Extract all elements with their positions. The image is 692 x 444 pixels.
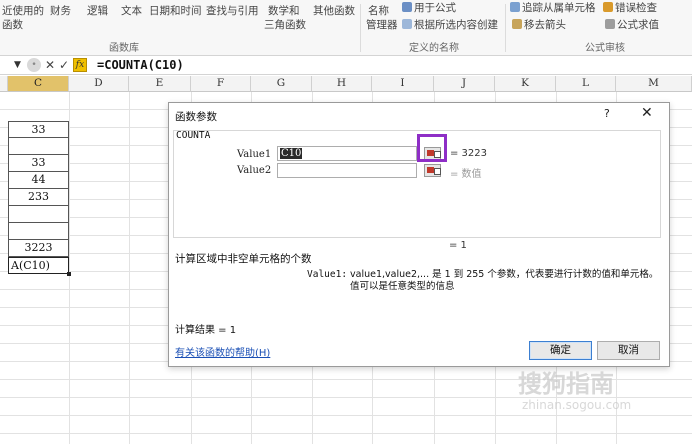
math-trig-button[interactable]: 数学和 bbox=[268, 3, 300, 18]
lookup-reference-button[interactable]: 查找与引用 bbox=[206, 3, 259, 18]
ok-button[interactable]: 确定 bbox=[529, 341, 592, 360]
cell-c7[interactable] bbox=[8, 206, 69, 223]
column-header-c[interactable]: C bbox=[8, 76, 69, 92]
column-header-g[interactable]: G bbox=[251, 76, 312, 92]
use-in-formula-button[interactable]: 用于公式 bbox=[402, 0, 456, 15]
column-header-l[interactable]: L bbox=[556, 76, 616, 92]
arg-description-label: Value1: bbox=[307, 269, 348, 280]
name-manager-button[interactable]: 名称 bbox=[368, 3, 389, 18]
cell-c6[interactable]: 233 bbox=[8, 189, 69, 206]
arrow-icon bbox=[510, 2, 520, 12]
calculation-result: 计算结果 = 1 bbox=[175, 325, 237, 336]
text-button[interactable]: 文本 bbox=[121, 3, 142, 18]
recently-used-button[interactable]: 近使用的 bbox=[2, 3, 44, 18]
group-formula-auditing: 公式审核 bbox=[585, 43, 625, 54]
chevron-down-icon[interactable]: ▼ bbox=[14, 60, 21, 70]
enter-entry-button[interactable]: ✓ bbox=[59, 58, 69, 72]
column-header-f[interactable]: F bbox=[191, 76, 251, 92]
cancel-entry-button[interactable]: ✕ bbox=[45, 58, 55, 72]
row-header-corner bbox=[0, 76, 8, 92]
manager-label[interactable]: 管理器 bbox=[366, 17, 398, 32]
cell-c5[interactable]: 44 bbox=[8, 172, 69, 189]
create-from-selection-button[interactable]: 根据所选内容创建 bbox=[402, 17, 498, 32]
logical-button[interactable]: 逻辑 bbox=[87, 3, 108, 18]
arg-label-value1: Value1 bbox=[237, 149, 272, 160]
value2-result: = 数值 bbox=[450, 169, 482, 180]
functions-dropdown[interactable]: 函数 bbox=[2, 17, 23, 32]
collapse-dialog-button[interactable] bbox=[424, 164, 441, 177]
circle-icon: • bbox=[27, 58, 41, 72]
function-result: = 1 bbox=[449, 240, 467, 251]
help-link[interactable]: 有关该函数的帮助(H) bbox=[175, 344, 270, 359]
arrow-icon bbox=[512, 19, 522, 29]
column-header-m[interactable]: M bbox=[616, 76, 692, 92]
value2-input[interactable] bbox=[277, 163, 417, 178]
group-function-library: 函数库 bbox=[109, 43, 139, 54]
cell-c9[interactable]: 3223 bbox=[8, 240, 69, 257]
formula-bar: ▼ • ✕ ✓ fx =COUNTA(C10) bbox=[0, 57, 692, 75]
highlight-box bbox=[417, 134, 447, 162]
value1-input[interactable]: C10 bbox=[277, 146, 417, 161]
watermark-url: zhinan.sogou.com bbox=[522, 398, 632, 412]
ribbon-separator bbox=[505, 4, 506, 52]
cell-c8[interactable] bbox=[8, 223, 69, 240]
function-description: 计算区域中非空单元格的个数 bbox=[175, 253, 312, 265]
column-header-k[interactable]: K bbox=[495, 76, 556, 92]
dialog-title: 函数参数 bbox=[175, 111, 217, 123]
ribbon-separator bbox=[360, 4, 361, 52]
column-header-j[interactable]: J bbox=[434, 76, 495, 92]
cell-c2[interactable]: 33 bbox=[8, 121, 69, 138]
cancel-button[interactable]: 取消 bbox=[597, 341, 660, 360]
formula-input[interactable]: =COUNTA(C10) bbox=[97, 58, 184, 72]
pen-icon bbox=[402, 2, 412, 12]
evaluate-icon bbox=[605, 19, 615, 29]
remove-arrows-button[interactable]: 移去箭头 bbox=[512, 17, 566, 32]
value1-result: = 3223 bbox=[450, 148, 488, 159]
column-header-e[interactable]: E bbox=[129, 76, 191, 92]
gridline bbox=[69, 92, 70, 444]
cell-c4[interactable]: 33 bbox=[8, 155, 69, 172]
function-name: COUNTA bbox=[176, 130, 211, 141]
evaluate-formula-button[interactable]: 公式求值 bbox=[605, 17, 659, 32]
table-icon bbox=[402, 19, 412, 29]
more-functions-button[interactable]: 其他函数 bbox=[313, 3, 355, 18]
help-icon[interactable]: ? bbox=[604, 107, 610, 120]
function-arguments-dialog: 函数参数 ? ✕ COUNTA Value1 C10 = 3223 Value2… bbox=[168, 102, 670, 367]
column-header-h[interactable]: H bbox=[312, 76, 372, 92]
ribbon: 近使用的 财务 逻辑 文本 日期和时间 查找与引用 数学和 其他函数 名称 用于… bbox=[0, 0, 692, 56]
arg-label-value2: Value2 bbox=[237, 165, 272, 176]
close-icon[interactable]: ✕ bbox=[641, 105, 653, 121]
cell-c3[interactable] bbox=[8, 138, 69, 155]
arg-description-text: value1,value2,... 是 1 到 255 个参数，代表要进行计数的… bbox=[350, 269, 659, 292]
financial-button[interactable]: 财务 bbox=[50, 3, 71, 18]
active-cell-c10[interactable]: A(C10) bbox=[8, 257, 71, 276]
insert-function-button[interactable]: fx bbox=[73, 58, 87, 72]
error-checking-button[interactable]: 错误检查 bbox=[603, 0, 657, 15]
column-header-i[interactable]: I bbox=[372, 76, 434, 92]
gridline bbox=[129, 92, 130, 444]
group-defined-names: 定义的名称 bbox=[409, 43, 459, 54]
trace-dependents-button[interactable]: 追踪从属单元格 bbox=[510, 0, 596, 15]
watermark-logo: 搜狗指南 bbox=[518, 370, 614, 398]
date-time-button[interactable]: 日期和时间 bbox=[149, 3, 202, 18]
column-header-d[interactable]: D bbox=[69, 76, 129, 92]
warning-icon bbox=[603, 2, 613, 12]
math-trig-dropdown[interactable]: 三角函数 bbox=[264, 17, 306, 32]
